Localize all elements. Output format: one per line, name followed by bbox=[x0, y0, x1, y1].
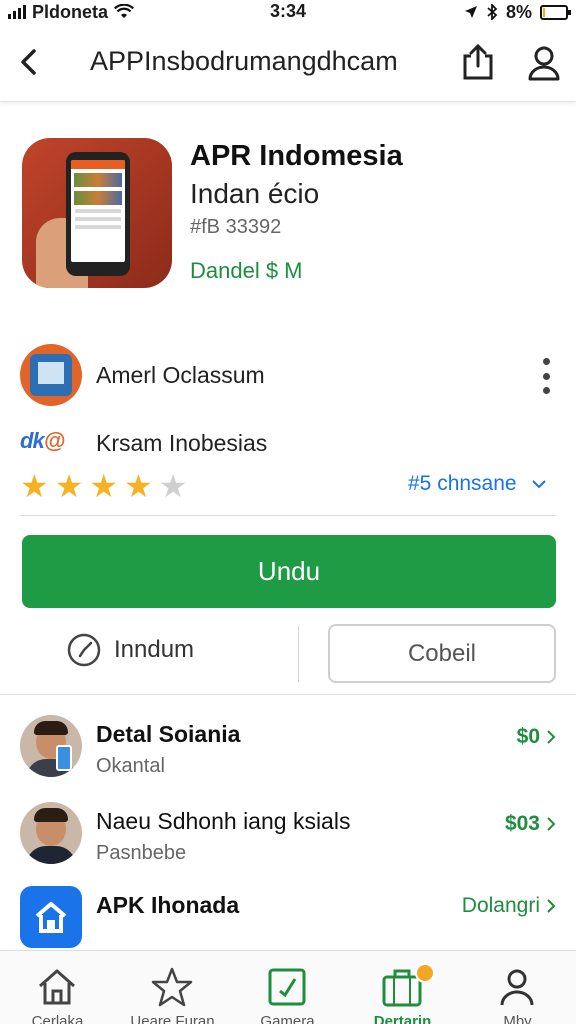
chevron-right-icon bbox=[547, 730, 556, 744]
phone-illustration bbox=[66, 152, 130, 276]
price-label: $0 bbox=[516, 725, 540, 748]
chevron-down-icon bbox=[531, 480, 546, 489]
timer-label: Inndum bbox=[114, 636, 195, 663]
list-item-price[interactable]: $03 bbox=[505, 812, 556, 836]
list-item-title: Naeu Sdhonh iang ksials bbox=[96, 808, 351, 834]
star-filled-icon: ★ bbox=[20, 468, 49, 504]
app-code: #fB 33392 bbox=[190, 216, 282, 238]
chevron-right-icon bbox=[547, 899, 556, 913]
list-item-title: Detal Soiania bbox=[96, 721, 241, 747]
person-icon bbox=[500, 969, 534, 1006]
person-icon bbox=[528, 46, 560, 81]
tab-label: Gamera bbox=[260, 1013, 315, 1024]
version-link-label: #5 chnsane bbox=[408, 472, 517, 495]
divider bbox=[298, 626, 299, 682]
status-bar: Pldoneta 3:34 8% bbox=[0, 0, 576, 24]
price-label: $03 bbox=[504, 812, 540, 835]
star-icon bbox=[151, 967, 193, 1007]
nav-title: APPInsbodrumangdhcam bbox=[90, 46, 398, 76]
avatar bbox=[20, 802, 82, 864]
chevron-right-icon bbox=[547, 817, 556, 831]
more-options-button[interactable] bbox=[534, 358, 558, 394]
download-button[interactable]: Undu bbox=[22, 535, 556, 608]
app-icon bbox=[20, 886, 82, 948]
status-right: 8% bbox=[464, 0, 571, 24]
star-filled-icon: ★ bbox=[54, 468, 84, 504]
tab-label: Mby bbox=[503, 1013, 532, 1024]
account-button[interactable] bbox=[522, 42, 566, 86]
divider bbox=[0, 694, 576, 695]
app-meta: Dandel $ M bbox=[190, 258, 303, 283]
notification-badge bbox=[415, 963, 435, 983]
tab-label: Ueare Furan bbox=[130, 1013, 215, 1024]
tab-label: Cerlaka bbox=[31, 1013, 84, 1024]
star-filled-icon: ★ bbox=[124, 468, 153, 504]
tab-profile[interactable]: Mby bbox=[460, 951, 575, 1024]
list-item-subtitle: Okantal bbox=[96, 755, 165, 777]
list-item[interactable]: Naeu Sdhonh iang ksials Pasnbebe $03 bbox=[0, 792, 576, 876]
check-box-icon bbox=[268, 968, 306, 1006]
tab-label: Dertarin bbox=[373, 1013, 432, 1024]
tab-bar: Cerlaka Ueare Furan Gamera Dertarin Mby bbox=[0, 950, 576, 1024]
share-button[interactable] bbox=[458, 42, 498, 82]
share-icon bbox=[463, 43, 493, 80]
developer-row[interactable]: Amerl Oclassum bbox=[0, 340, 576, 410]
developer-avatar bbox=[20, 344, 82, 406]
location-icon bbox=[464, 6, 477, 18]
cancel-button[interactable]: Cobeil bbox=[328, 624, 556, 683]
list-item-price[interactable]: Dolangri bbox=[462, 894, 556, 918]
publisher-row: dk@ Krsam Inobesias ★ ★ ★ ★ ★ #5 chnsane bbox=[0, 420, 576, 510]
publisher-logo-text: dk bbox=[20, 428, 45, 453]
list-item-price[interactable]: $0 bbox=[517, 725, 556, 749]
bluetooth-icon bbox=[487, 4, 498, 20]
house-icon bbox=[35, 902, 67, 933]
more-dot-icon bbox=[542, 387, 550, 394]
battery-icon bbox=[540, 4, 571, 20]
tab-games[interactable]: Gamera bbox=[230, 951, 345, 1024]
divider bbox=[20, 515, 556, 516]
list-item[interactable]: Detal Soiania Okantal $0 bbox=[0, 705, 576, 789]
home-icon bbox=[39, 969, 75, 1005]
back-button[interactable] bbox=[12, 44, 44, 80]
more-dot-icon bbox=[542, 358, 550, 365]
chevron-left-icon bbox=[21, 49, 36, 75]
app-header: APR Indomesia Indan écio #fB 33392 Dande… bbox=[0, 110, 576, 322]
rating-stars: ★ ★ ★ ★ ★ bbox=[20, 470, 187, 502]
battery-percent: 8% bbox=[505, 1, 532, 22]
app-name: APR Indomesia bbox=[190, 140, 403, 172]
publisher-logo: dk@ bbox=[20, 428, 88, 456]
publisher-logo-accent: @ bbox=[43, 428, 65, 453]
more-dot-icon bbox=[542, 372, 550, 380]
star-filled-icon: ★ bbox=[89, 468, 119, 504]
list-item-subtitle: Pasnbebe bbox=[96, 842, 187, 864]
app-subtitle: Indan écio bbox=[190, 178, 320, 209]
nav-bar: APPInsbodrumangdhcam bbox=[0, 24, 576, 102]
price-label: Dolangri bbox=[461, 894, 540, 917]
version-link[interactable]: #5 chnsane bbox=[408, 472, 547, 496]
list-item-title: APK Ihonada bbox=[96, 892, 240, 918]
app-icon bbox=[22, 138, 172, 288]
developer-name: Amerl Oclassum bbox=[96, 362, 265, 388]
secondary-actions: Inndum Cobeil bbox=[0, 620, 576, 690]
list-item[interactable]: APK Ihonada Dolangri bbox=[0, 876, 576, 960]
tab-favorites[interactable]: Ueare Furan bbox=[115, 951, 230, 1024]
tab-downloads[interactable]: Dertarin bbox=[345, 951, 460, 1024]
clock-icon bbox=[67, 633, 101, 667]
battery-fill bbox=[543, 7, 545, 17]
avatar bbox=[20, 715, 82, 777]
star-empty-icon: ★ bbox=[158, 468, 188, 504]
publisher-name: Krsam Inobesias bbox=[96, 430, 268, 456]
timer-button[interactable]: Inndum bbox=[66, 632, 194, 668]
tab-home[interactable]: Cerlaka bbox=[0, 951, 115, 1024]
